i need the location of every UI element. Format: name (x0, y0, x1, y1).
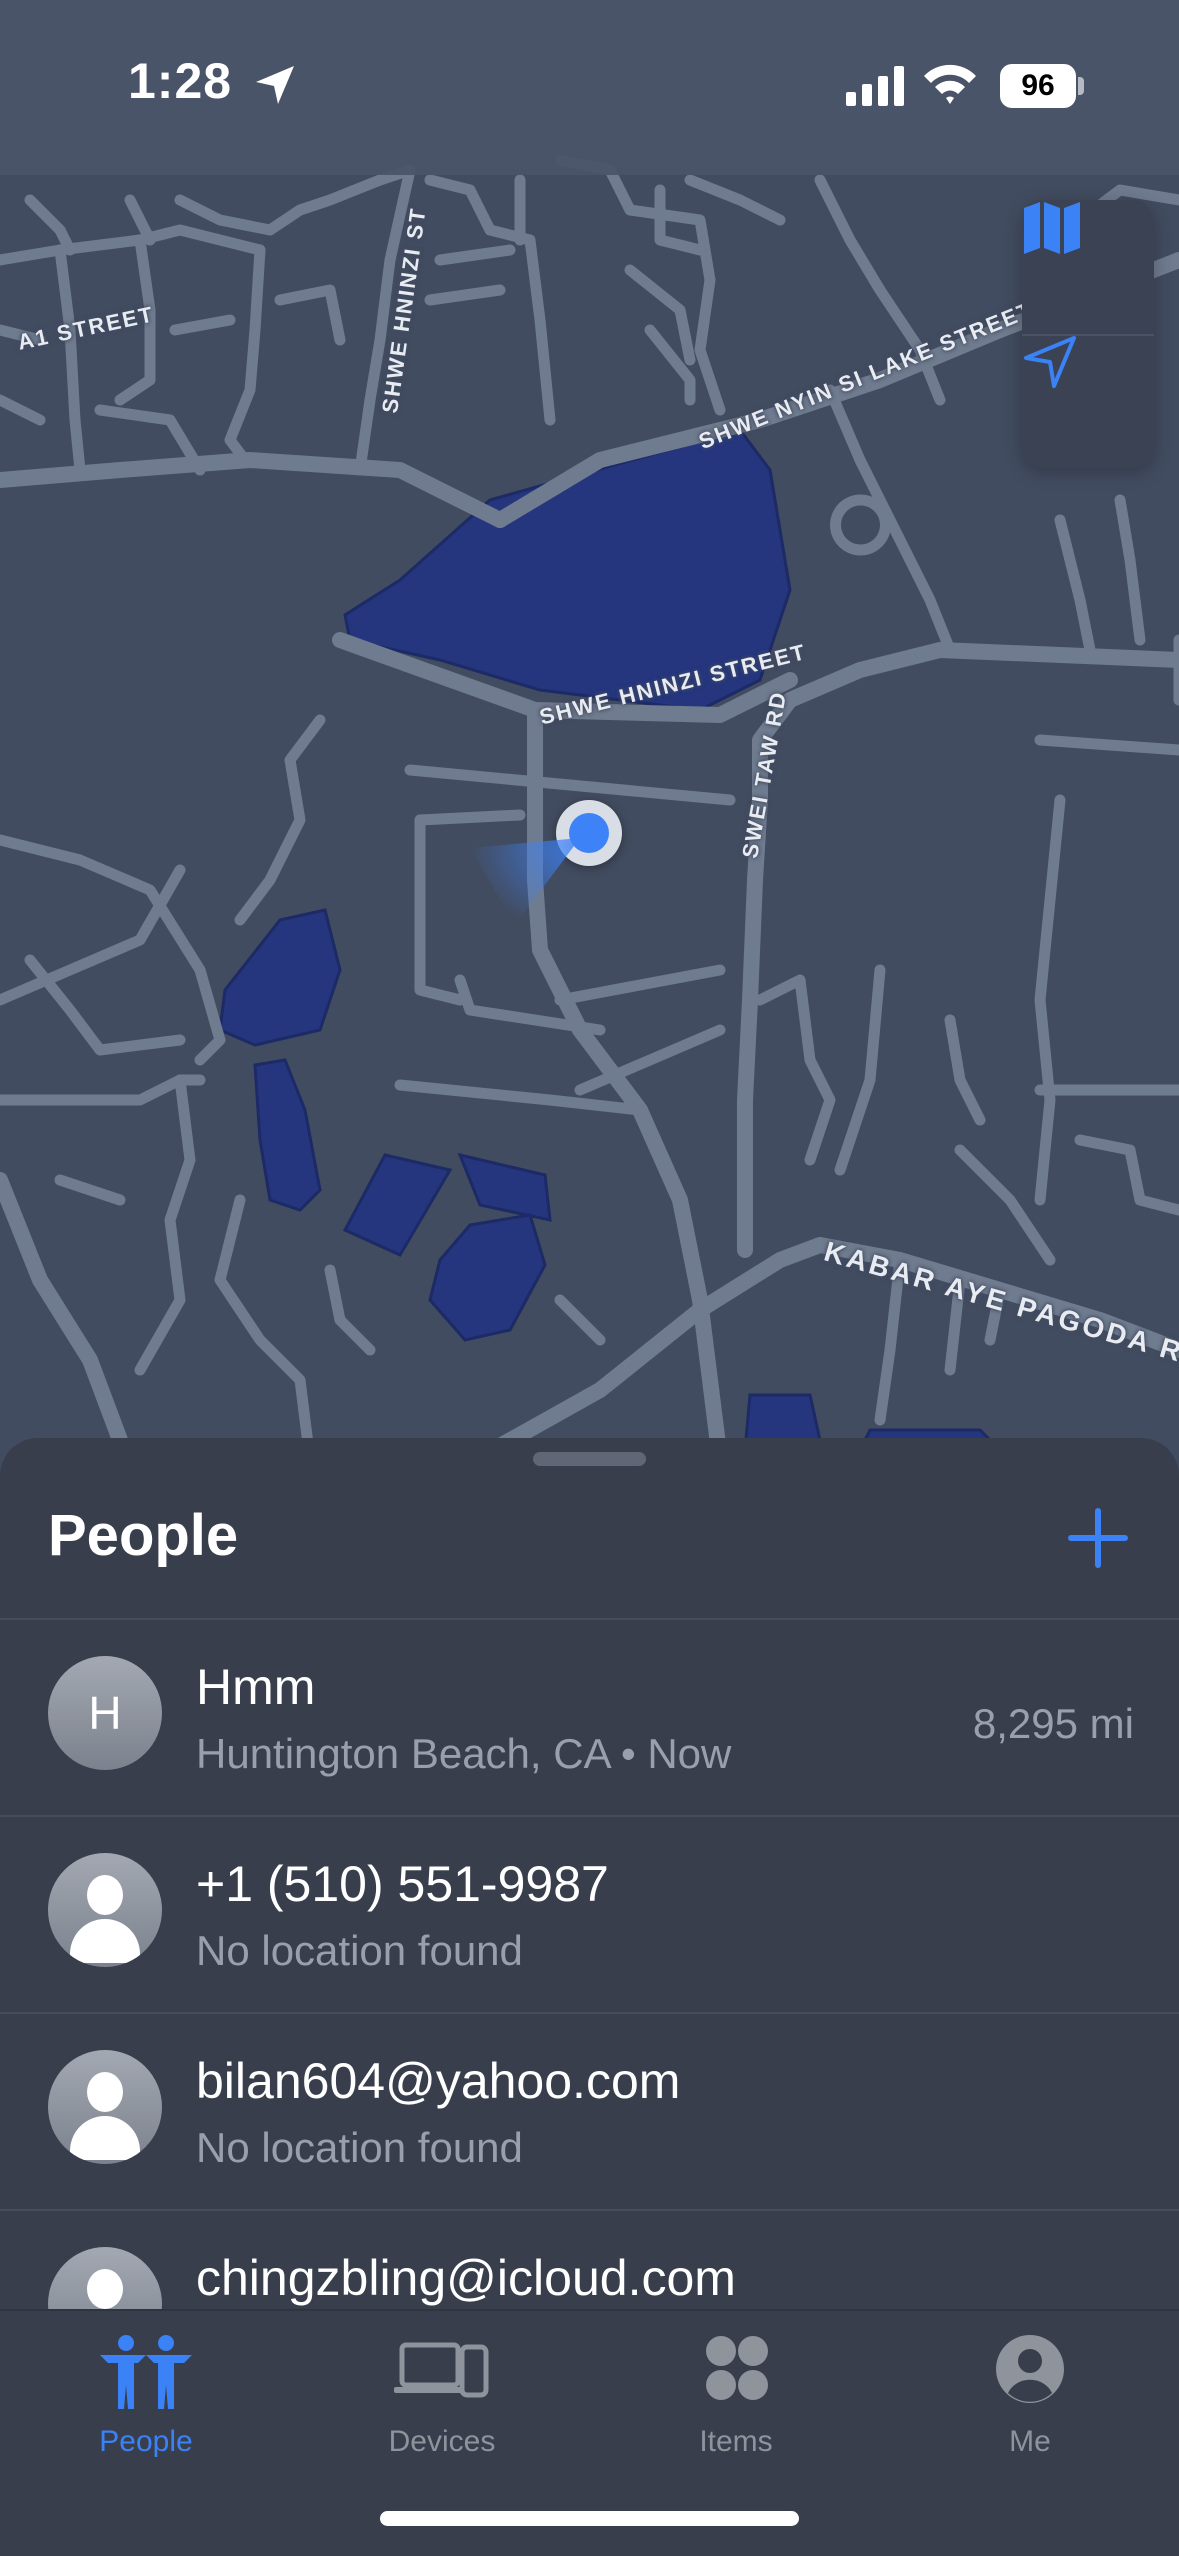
tab-items[interactable]: Items (636, 2325, 836, 2475)
person-location: No location found (196, 2124, 523, 2171)
people-icon (100, 2335, 192, 2409)
tab-label: Items (699, 2425, 773, 2458)
person-silhouette-icon (87, 2072, 123, 2112)
pond (253, 1058, 322, 1212)
person-silhouette-icon (87, 1875, 123, 1915)
people-list: H Hmm Huntington Beach, CA • Now 8,295 m… (0, 1618, 1179, 2406)
person-distance: 8,295 mi (972, 1700, 1134, 1747)
devices-icon (394, 2342, 489, 2398)
status-bar: 1:28 96 (0, 0, 1179, 175)
person-location: Huntington Beach, CA • Now (196, 1730, 732, 1777)
map-style-button[interactable] (1022, 200, 1154, 334)
locate-me-button[interactable] (1022, 334, 1154, 468)
pond (457, 1152, 552, 1222)
me-icon (996, 2335, 1064, 2403)
sheet-title: People (48, 1503, 239, 1568)
add-person-button[interactable] (1062, 1502, 1134, 1574)
avatar (48, 2050, 162, 2164)
pond (342, 1153, 453, 1257)
items-icon (706, 2336, 768, 2400)
person-silhouette-body (70, 2116, 140, 2160)
tab-devices[interactable]: Devices (342, 2325, 542, 2475)
heading-cone (470, 838, 580, 920)
tab-label: Devices (388, 2425, 496, 2458)
tab-people[interactable]: People (46, 2325, 246, 2475)
map-icon (1024, 202, 1080, 254)
person-name: +1 (510) 551-9987 (196, 1856, 609, 1912)
person-location: No location found (196, 1927, 523, 1974)
person-name: Hmm (196, 1659, 316, 1715)
map-view[interactable]: A1 STREET SHWE HNINZI ST SHWE NYIN SI LA… (0, 0, 1179, 1460)
status-time: 1:28 (128, 53, 233, 109)
sheet-grabber[interactable] (533, 1452, 646, 1466)
avatar-initial: H (88, 1687, 122, 1739)
battery-tip (1078, 77, 1084, 95)
person-row[interactable]: H Hmm Huntington Beach, CA • Now 8,295 m… (0, 1618, 1179, 1815)
person-silhouette-body (70, 1919, 140, 1963)
tab-label: People (99, 2425, 193, 2458)
map-roads (0, 154, 1179, 1460)
pond (428, 1213, 547, 1342)
pond (218, 908, 342, 1047)
person-name: bilan604@yahoo.com (196, 2053, 681, 2109)
map-controls (1022, 200, 1154, 468)
wifi-icon (924, 64, 976, 104)
avatar (48, 1853, 162, 1967)
tab-me[interactable]: Me (930, 2325, 1130, 2475)
avatar: H (48, 1656, 162, 1770)
battery-indicator: 96 (1000, 64, 1076, 108)
person-silhouette-icon (87, 2269, 123, 2309)
location-services-icon (256, 66, 294, 104)
tab-label: Me (1009, 2425, 1051, 2458)
person-row[interactable]: +1 (510) 551-9987 No location found (0, 1815, 1179, 2012)
cellular-signal-icon (846, 66, 904, 106)
location-arrow-icon (1024, 336, 1076, 388)
person-name: chingzbling@icloud.com (196, 2250, 736, 2306)
person-row[interactable]: bilan604@yahoo.com No location found (0, 2012, 1179, 2209)
home-indicator[interactable] (380, 2511, 799, 2526)
